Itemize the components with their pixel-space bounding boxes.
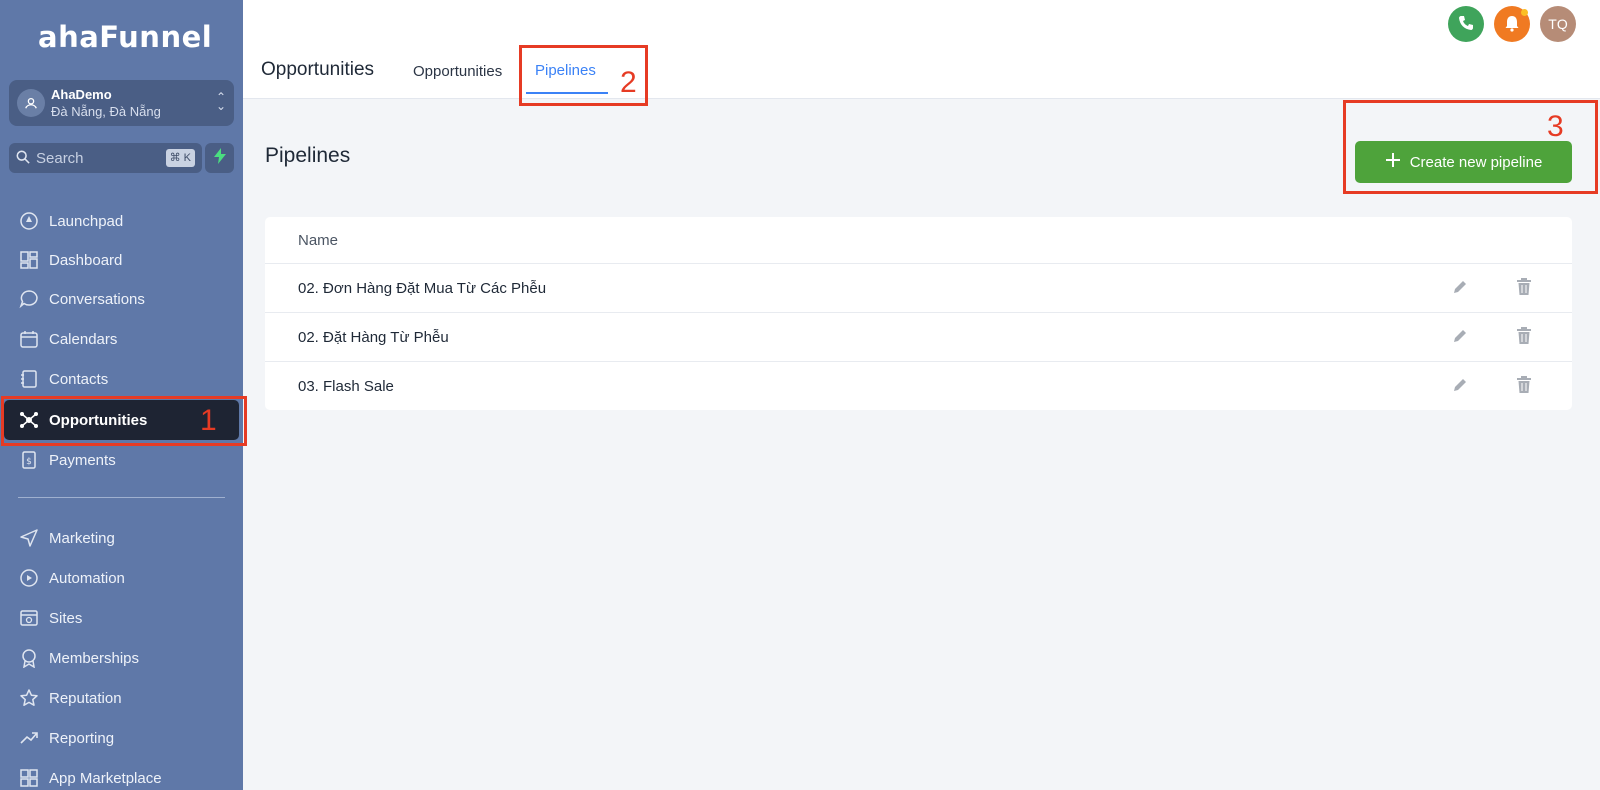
sidebar-item-label: Memberships	[49, 649, 140, 667]
grid-icon	[18, 767, 40, 789]
trash-icon[interactable]	[1516, 278, 1532, 301]
search-input[interactable]: Search ⌘ K	[9, 143, 202, 173]
sidebar-item-contacts[interactable]: Contacts	[4, 359, 239, 399]
sidebar-item-label: Dashboard	[49, 251, 123, 269]
sidebar-item-label: Reporting	[49, 729, 115, 747]
edit-icon[interactable]	[1452, 377, 1468, 398]
sidebar: ahaFunnel AhaDemo Đà Nẵng, Đà Nẵng ⌃ ⌄ Se…	[0, 0, 243, 790]
automation-icon	[18, 567, 40, 589]
sidebar-item-label: Payments	[49, 451, 116, 469]
sidebar-item-label: Contacts	[49, 370, 109, 388]
notification-dot	[1521, 9, 1528, 16]
sidebar-item-conversations[interactable]: Conversations	[4, 279, 239, 319]
pipeline-name: 03. Flash Sale	[298, 378, 394, 395]
trend-icon	[18, 727, 40, 749]
annotation-number-1: 1	[200, 404, 217, 437]
sidebar-item-label: Calendars	[49, 330, 118, 348]
sidebar-item-app-marketplace[interactable]: App Marketplace	[4, 758, 239, 790]
payments-icon: $	[18, 449, 40, 471]
phone-button[interactable]	[1448, 6, 1484, 42]
svg-text:$: $	[26, 457, 32, 467]
send-icon	[18, 527, 40, 549]
chevron-updown-icon: ⌃ ⌄	[215, 90, 226, 113]
sidebar-item-label: Marketing	[49, 529, 115, 547]
notifications-button[interactable]	[1494, 6, 1530, 42]
calendar-icon	[18, 328, 40, 350]
shortcut-badge: ⌘ K	[165, 149, 195, 167]
account-name: AhaDemo	[51, 87, 112, 102]
lightning-icon	[213, 147, 227, 169]
sidebar-item-label: Automation	[49, 569, 125, 587]
trash-icon[interactable]	[1516, 327, 1532, 350]
tab-opportunities[interactable]: Opportunities	[413, 63, 502, 80]
search-icon	[16, 150, 30, 169]
quick-actions-button[interactable]	[205, 143, 234, 173]
dashboard-icon	[18, 249, 40, 271]
sidebar-item-marketing[interactable]: Marketing	[4, 518, 239, 558]
sidebar-item-launchpad[interactable]: Launchpad	[4, 201, 239, 241]
table-row: 03. Flash Sale	[265, 361, 1572, 410]
contacts-icon	[18, 368, 40, 390]
account-switcher[interactable]: AhaDemo Đà Nẵng, Đà Nẵng ⌃ ⌄	[9, 80, 234, 126]
sidebar-item-label: Sites	[49, 609, 83, 627]
sidebar-item-label: Reputation	[49, 689, 122, 707]
section-title: Pipelines	[265, 144, 351, 167]
column-header-name: Name	[298, 232, 339, 249]
top-bar: Opportunities Opportunities Pipelines TQ	[243, 0, 1600, 99]
table-row: 02. Đơn Hàng Đặt Mua Từ Các Phễu	[265, 263, 1572, 312]
sidebar-item-calendars[interactable]: Calendars	[4, 319, 239, 359]
location-icon	[17, 89, 45, 117]
launchpad-icon	[18, 210, 40, 232]
sidebar-item-label: App Marketplace	[49, 769, 162, 787]
pipelines-table: Name 02. Đơn Hàng Đặt Mua Từ Các Phễu 02…	[265, 217, 1572, 410]
sidebar-item-reputation[interactable]: Reputation	[4, 678, 239, 718]
pipeline-name: 02. Đặt Hàng Từ Phễu	[298, 329, 449, 346]
badge-icon	[18, 647, 40, 669]
logo[interactable]: ahaFunnel	[38, 20, 212, 54]
sidebar-item-label: Launchpad	[49, 212, 124, 230]
account-location: Đà Nẵng, Đà Nẵng	[51, 104, 161, 119]
annotation-number-3: 3	[1547, 110, 1564, 143]
sidebar-item-reporting[interactable]: Reporting	[4, 718, 239, 758]
phone-icon	[1458, 15, 1474, 34]
star-icon	[18, 687, 40, 709]
sidebar-item-automation[interactable]: Automation	[4, 558, 239, 598]
sidebar-item-label: Conversations	[49, 290, 145, 308]
trash-icon[interactable]	[1516, 376, 1532, 399]
page-title: Opportunities	[261, 59, 375, 80]
edit-icon[interactable]	[1452, 328, 1468, 349]
bell-icon	[1503, 14, 1521, 35]
sidebar-item-memberships[interactable]: Memberships	[4, 638, 239, 678]
table-row: 02. Đặt Hàng Từ Phễu	[265, 312, 1572, 361]
sites-icon	[18, 607, 40, 629]
sidebar-item-payments[interactable]: $ Payments	[4, 440, 239, 480]
chat-icon	[18, 288, 40, 310]
avatar[interactable]: TQ	[1540, 6, 1576, 42]
sidebar-divider	[18, 497, 225, 498]
annotation-number-2: 2	[620, 66, 637, 99]
edit-icon[interactable]	[1452, 279, 1468, 300]
sidebar-item-dashboard[interactable]: Dashboard	[4, 240, 239, 280]
pipeline-name: 02. Đơn Hàng Đặt Mua Từ Các Phễu	[298, 280, 547, 297]
sidebar-item-sites[interactable]: Sites	[4, 598, 239, 638]
search-placeholder: Search	[36, 150, 84, 167]
